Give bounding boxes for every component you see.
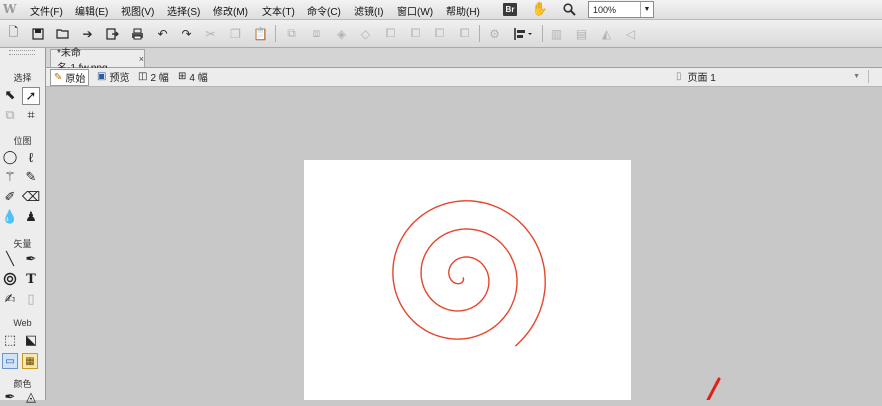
freeform-icon[interactable]: ✍ bbox=[1, 290, 19, 308]
page-select[interactable]: ▯ 页面 1 ▼ bbox=[676, 69, 860, 84]
menu-commands[interactable]: 命令(C) bbox=[307, 3, 341, 18]
view-preview-label: 预览 bbox=[109, 73, 130, 84]
pen-icon[interactable]: ✒ bbox=[22, 250, 40, 268]
menu-help[interactable]: 帮助(H) bbox=[446, 3, 480, 18]
eyedropper-icon[interactable]: ✒ bbox=[1, 388, 19, 406]
line-icon[interactable]: ╲ bbox=[1, 250, 19, 268]
magic-wand-icon[interactable]: ⚚ bbox=[1, 168, 19, 186]
hand-icon[interactable]: ✋ bbox=[532, 1, 548, 17]
two-up-icon: ◫ bbox=[138, 71, 148, 82]
zoom-value: 100% bbox=[593, 4, 617, 15]
toolbar-divider bbox=[479, 25, 480, 42]
document-canvas[interactable] bbox=[304, 160, 631, 400]
marquee-icon[interactable]: ◯ bbox=[1, 148, 19, 166]
pencil-icon[interactable]: ✐ bbox=[1, 188, 19, 206]
app-logo: W bbox=[3, 2, 17, 16]
align-icon[interactable]: ⚙ bbox=[486, 25, 503, 42]
view-original-label: 原始 bbox=[65, 74, 86, 85]
view-preview-button[interactable]: ▣ 预览 bbox=[94, 69, 132, 84]
viewbar-divider bbox=[868, 70, 879, 83]
redo-icon[interactable]: ↷ bbox=[178, 25, 195, 42]
document-tab-bar: *未命名-1.fw.png × bbox=[46, 48, 882, 74]
section-web-label: Web bbox=[13, 318, 32, 328]
menu-select[interactable]: 选择(S) bbox=[167, 3, 200, 18]
page-select-value: 页面 1 bbox=[687, 73, 716, 84]
blur-icon[interactable]: 💧 bbox=[1, 208, 19, 226]
menu-window[interactable]: 窗口(W) bbox=[397, 3, 433, 18]
chevron-down-icon[interactable]: ▼ bbox=[853, 73, 860, 80]
send-backward-icon[interactable]: ⧠ bbox=[407, 25, 424, 42]
bring-forward-icon[interactable]: ⧠ bbox=[382, 25, 399, 42]
new-icon[interactable]: 🗋 bbox=[5, 25, 22, 42]
subselection-icon[interactable]: ⬉ bbox=[1, 86, 19, 104]
undo-icon[interactable]: ↶ bbox=[154, 25, 171, 42]
import-icon[interactable]: ➔ bbox=[79, 25, 96, 42]
menu-edit[interactable]: 编辑(E) bbox=[75, 3, 108, 18]
tools-panel: 选择 ⬉ ➚ ⧉ ⌗ 位图 ◯ ℓ ⚚ ✎ ✐ ⌫ 💧 ♟ 矢量 ╲ ✒ T ✍… bbox=[0, 48, 46, 404]
preview-icon: ▣ bbox=[97, 71, 107, 82]
view-2up-button[interactable]: ◫ 2 幅 bbox=[135, 69, 172, 84]
bring-to-front-icon[interactable]: ⧠ bbox=[431, 25, 448, 42]
view-4up-button[interactable]: ⊞ 4 幅 bbox=[175, 69, 211, 84]
crop-icon[interactable]: ⌗ bbox=[22, 106, 40, 124]
menu-bar: W 文件(F) 编辑(E) 视图(V) 选择(S) 修改(M) 文本(T) 命令… bbox=[0, 0, 882, 20]
toolbar-divider bbox=[275, 25, 276, 42]
view-4up-label: 4 幅 bbox=[189, 73, 208, 84]
section-bitmap-label: 位图 bbox=[13, 136, 32, 146]
zoom-select[interactable]: 100% ▼ bbox=[588, 1, 654, 18]
view-original-button[interactable]: ✎ 原始 bbox=[50, 69, 90, 86]
menu-modify[interactable]: 修改(M) bbox=[213, 3, 248, 18]
section-select-label: 选择 bbox=[13, 73, 32, 83]
paste-icon[interactable]: 📋 bbox=[252, 25, 269, 42]
group-icon[interactable]: ⧉ bbox=[283, 25, 300, 42]
rotate-icon[interactable]: ▥ bbox=[548, 25, 565, 42]
split-icon[interactable]: ◇ bbox=[357, 25, 374, 42]
view-2up-label: 2 幅 bbox=[150, 73, 169, 84]
distribute-icon[interactable] bbox=[511, 25, 535, 42]
lasso-icon[interactable]: ℓ bbox=[22, 148, 40, 166]
brush-icon[interactable]: ✎ bbox=[22, 168, 40, 186]
main-toolbar: 🗋 ➔ ↶ ↷ ✂ ❐ 📋 ⧉ ⧈ ◈ ◇ ⧠ ⧠ ⧠ ⧠ ⚙ ▥ ▤ ◭ ◁ bbox=[0, 20, 882, 48]
slice-icon[interactable]: ⬕ bbox=[22, 331, 40, 349]
rubber-stamp-icon[interactable]: ♟ bbox=[22, 208, 40, 226]
zoom-icon[interactable] bbox=[561, 1, 577, 17]
export-icon[interactable] bbox=[104, 25, 121, 42]
section-vector-label: 矢量 bbox=[13, 239, 32, 249]
flip-horizontal-icon[interactable]: ▤ bbox=[573, 25, 590, 42]
hide-slices-icon[interactable]: ▭ bbox=[2, 353, 18, 369]
ungroup-icon[interactable]: ⧈ bbox=[308, 25, 325, 42]
toolbar-divider bbox=[542, 25, 543, 42]
print-icon[interactable] bbox=[129, 25, 146, 42]
pencil-icon: ✎ bbox=[54, 72, 63, 83]
text-tool-icon[interactable]: T bbox=[22, 270, 40, 288]
cut-icon[interactable]: ✂ bbox=[202, 25, 219, 42]
chevron-down-icon[interactable]: ▼ bbox=[640, 2, 653, 17]
send-to-back-icon[interactable]: ⧠ bbox=[456, 25, 473, 42]
pointer-icon[interactable]: ➚ bbox=[22, 87, 40, 105]
save-icon[interactable] bbox=[29, 25, 46, 42]
skew-icon[interactable]: ◁ bbox=[622, 25, 639, 42]
scale-icon[interactable]: ⧉ bbox=[1, 106, 19, 124]
menu-text[interactable]: 文本(T) bbox=[262, 3, 295, 18]
show-slices-icon[interactable]: ▦ bbox=[22, 353, 38, 369]
panel-grip[interactable] bbox=[9, 50, 35, 55]
knife-icon[interactable]: ▯ bbox=[22, 290, 40, 308]
spiral-shape-icon[interactable] bbox=[1, 270, 19, 288]
menu-view[interactable]: 视图(V) bbox=[121, 3, 154, 18]
eraser-icon[interactable]: ⌫ bbox=[22, 188, 40, 206]
menu-file[interactable]: 文件(F) bbox=[30, 3, 63, 18]
hotspot-icon[interactable]: ⬚ bbox=[1, 331, 19, 349]
document-tab[interactable]: *未命名-1.fw.png × bbox=[50, 48, 145, 74]
four-up-icon: ⊞ bbox=[178, 71, 187, 82]
page-icon: ▯ bbox=[676, 71, 682, 82]
join-icon[interactable]: ◈ bbox=[333, 25, 350, 42]
paint-bucket-icon[interactable]: ◬ bbox=[22, 388, 40, 406]
bridge-icon[interactable]: Br bbox=[503, 3, 517, 16]
flip-vertical-icon[interactable]: ◭ bbox=[598, 25, 615, 42]
copy-icon[interactable]: ❐ bbox=[227, 25, 244, 42]
menu-filters[interactable]: 滤镜(I) bbox=[354, 3, 383, 18]
close-icon[interactable]: × bbox=[139, 54, 144, 64]
view-bar: ✎ 原始 ▣ 预览 ◫ 2 幅 ⊞ 4 幅 ▯ 页面 1 ▼ bbox=[46, 68, 882, 87]
open-icon[interactable] bbox=[54, 25, 71, 42]
